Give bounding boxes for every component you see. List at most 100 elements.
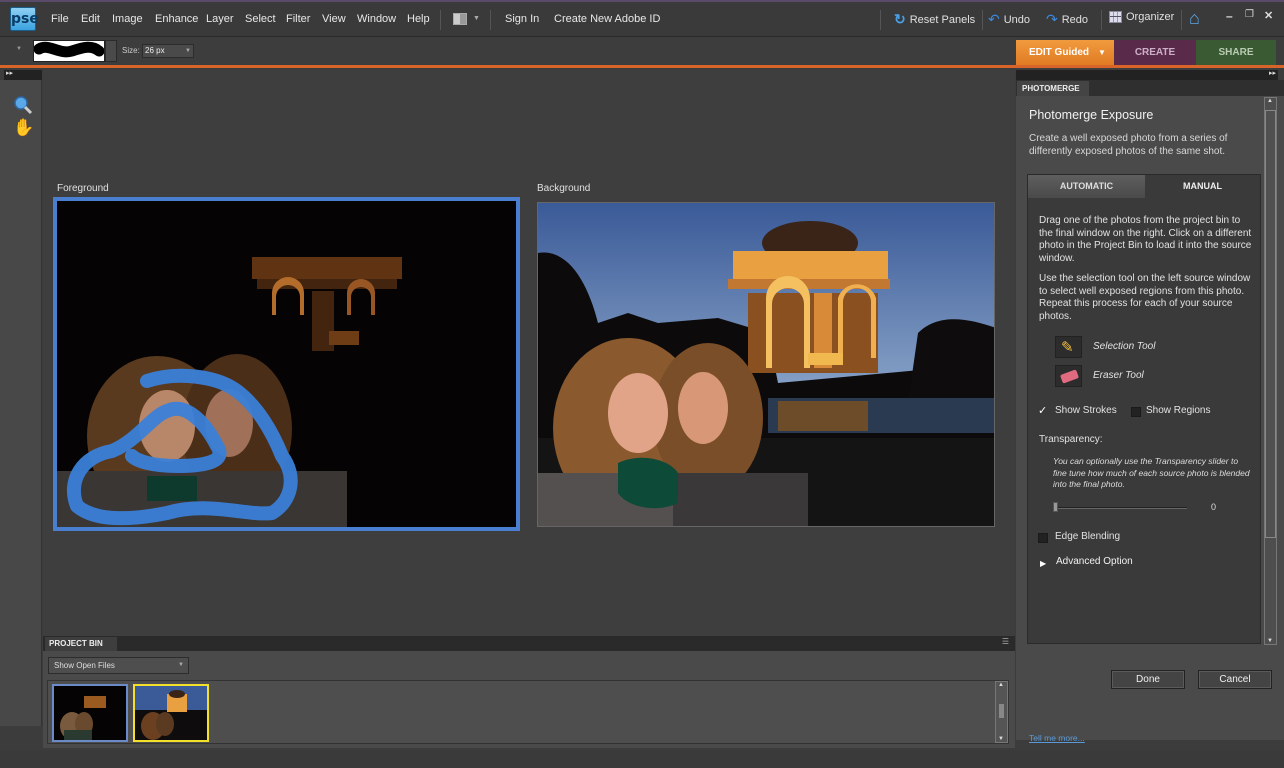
foreground-photo <box>57 201 516 527</box>
foreground-source-window[interactable] <box>53 197 520 531</box>
organizer-button[interactable]: Organizer <box>1109 11 1174 23</box>
expand-icon[interactable]: ▸▸ <box>6 69 13 77</box>
create-adobe-id-link[interactable]: Create New Adobe ID <box>554 13 660 25</box>
thumbnail-bright-photo <box>135 686 207 740</box>
scroll-down-icon[interactable]: ▼ <box>1267 638 1273 644</box>
bin-thumbnail[interactable] <box>133 684 209 742</box>
bin-scrollbar[interactable]: ▲ ▼ <box>995 681 1008 743</box>
sign-in-link[interactable]: Sign In <box>505 13 539 25</box>
transparency-slider-thumb[interactable] <box>1053 502 1058 512</box>
minimize-icon[interactable]: – <box>1226 9 1233 23</box>
tab-create[interactable]: CREATE <box>1114 40 1196 66</box>
menu-image[interactable]: Image <box>112 13 143 25</box>
project-bin-tab[interactable]: PROJECT BIN <box>45 637 117 651</box>
tell-me-more-link[interactable]: Tell me more... <box>1029 733 1085 743</box>
menu-view[interactable]: View <box>322 13 346 25</box>
pencil-icon: ✎ <box>1061 339 1074 356</box>
home-icon[interactable]: ⌂ <box>1189 8 1200 29</box>
collapse-icon[interactable]: ▸▸ <box>1269 69 1276 77</box>
transparency-slider[interactable] <box>1054 507 1187 509</box>
tab-share[interactable]: SHARE <box>1196 40 1276 66</box>
menu-select[interactable]: Select <box>245 13 276 25</box>
toolbar-collapse-bar[interactable]: ▸▸ <box>4 70 42 80</box>
expand-arrow-icon[interactable]: ▶ <box>1040 559 1046 568</box>
left-toolbar: ✋ <box>0 80 42 726</box>
selection-tool-label: Selection Tool <box>1093 341 1156 352</box>
scroll-thumb[interactable] <box>1265 110 1276 538</box>
tab-photomerge[interactable]: PHOTOMERGE <box>1017 81 1089 96</box>
bin-thumbnail[interactable] <box>52 684 128 742</box>
status-bar <box>0 750 1284 768</box>
redo-button[interactable]: ↷ Redo <box>1046 11 1088 28</box>
separator <box>1101 10 1102 30</box>
separator <box>880 10 881 30</box>
reset-panels-button[interactable]: ↻ Reset Panels <box>894 11 975 28</box>
transparency-description: You can optionally use the Transparency … <box>1053 456 1250 489</box>
layout-dropdown-icon[interactable]: ▼ <box>473 15 480 22</box>
show-regions-label: Show Regions <box>1146 405 1211 416</box>
panel-collapse-bar[interactable]: ▸▸ <box>1016 70 1278 80</box>
selection-tool-button[interactable]: ✎ <box>1055 336 1082 358</box>
edit-dropdown-icon[interactable]: ▼ <box>1098 40 1106 66</box>
eraser-icon <box>1059 369 1080 384</box>
menubar: pse File Edit Image Enhance Layer Select… <box>0 0 1284 37</box>
advanced-option-toggle[interactable]: Advanced Option <box>1056 556 1133 567</box>
undo-icon: ↶ <box>988 11 1000 27</box>
show-strokes-checkbox[interactable]: ✓ <box>1038 404 1047 417</box>
chevron-down-icon: ▼ <box>178 662 184 668</box>
edge-blending-checkbox[interactable] <box>1038 533 1048 543</box>
instructions-paragraph: Use the selection tool on the left sourc… <box>1039 273 1251 322</box>
undo-button[interactable]: ↶ Undo <box>988 11 1030 28</box>
background-photo <box>538 203 994 526</box>
zoom-tool-icon[interactable] <box>13 95 33 115</box>
layout-icon[interactable] <box>453 13 467 25</box>
restore-icon[interactable]: ❐ <box>1245 9 1254 20</box>
bin-filter-select[interactable]: Show Open Files ▼ <box>48 657 189 674</box>
bin-menu-icon[interactable]: ☰ <box>1002 637 1009 646</box>
separator <box>440 10 441 30</box>
menu-window[interactable]: Window <box>357 13 396 25</box>
foreground-label: Foreground <box>57 183 109 194</box>
menu-help[interactable]: Help <box>407 13 430 25</box>
show-regions-checkbox[interactable] <box>1131 407 1141 417</box>
size-field[interactable]: 26 px ▼ <box>142 44 194 58</box>
app-logo: pse <box>10 7 39 31</box>
scroll-thumb[interactable] <box>999 704 1004 718</box>
mode-manual-button[interactable]: MANUAL <box>1145 175 1260 198</box>
background-final-window[interactable] <box>537 202 995 527</box>
mode-automatic-button[interactable]: AUTOMATIC <box>1028 175 1145 198</box>
menu-layer[interactable]: Layer <box>206 13 234 25</box>
hand-tool-icon[interactable]: ✋ <box>13 118 34 138</box>
menu-file[interactable]: File <box>51 13 69 25</box>
thumbnail-dark-photo <box>54 686 126 740</box>
brush-stroke-icon <box>33 41 105 58</box>
cancel-button[interactable]: Cancel <box>1198 670 1272 689</box>
menu-edit[interactable]: Edit <box>81 13 100 25</box>
reset-icon: ↻ <box>894 11 906 27</box>
done-button[interactable]: Done <box>1111 670 1185 689</box>
scroll-down-icon[interactable]: ▼ <box>998 736 1004 742</box>
close-icon[interactable]: ✕ <box>1264 9 1273 22</box>
brush-preview[interactable] <box>33 40 105 62</box>
brush-dropdown[interactable] <box>105 40 117 62</box>
menu-filter[interactable]: Filter <box>286 13 310 25</box>
show-strokes-label: Show Strokes <box>1055 405 1117 416</box>
eraser-tool-button[interactable] <box>1055 365 1082 387</box>
eraser-tool-label: Eraser Tool <box>1093 370 1144 381</box>
grid-icon <box>1109 11 1122 23</box>
scroll-up-icon[interactable]: ▲ <box>1267 98 1273 104</box>
size-dropdown-icon[interactable]: ▼ <box>185 45 191 57</box>
transparency-label: Transparency: <box>1039 434 1103 445</box>
mode-accent-line <box>0 65 1284 68</box>
scroll-up-icon[interactable]: ▲ <box>998 682 1004 688</box>
project-bin-header: ☰ <box>43 636 1015 651</box>
transparency-value: 0 <box>1211 502 1217 512</box>
separator <box>490 10 491 30</box>
tool-preset-dropdown-icon[interactable]: ▼ <box>16 46 22 52</box>
separator <box>982 10 983 30</box>
tab-edit-guided[interactable]: EDIT Guided ▼ <box>1016 40 1114 66</box>
background-label: Background <box>537 183 591 194</box>
panel-scrollbar[interactable]: ▲ ▼ <box>1264 97 1277 645</box>
instructions-paragraph: Drag one of the photos from the project … <box>1039 215 1252 264</box>
menu-enhance[interactable]: Enhance <box>155 13 198 25</box>
